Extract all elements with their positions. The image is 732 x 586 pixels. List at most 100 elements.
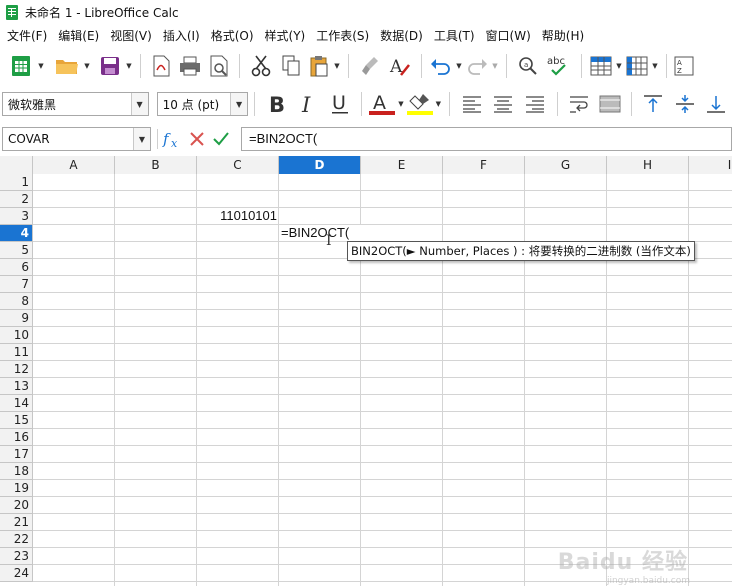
column-header-g[interactable]: G xyxy=(525,156,607,174)
column-header-f[interactable]: F xyxy=(443,156,525,174)
column-header-a[interactable]: A xyxy=(33,156,115,174)
row-header[interactable]: 13 xyxy=(0,378,33,395)
name-box[interactable]: COVAR ▼ xyxy=(2,127,151,151)
chevron-down-icon[interactable]: ▼ xyxy=(230,93,248,115)
spreadsheet-grid[interactable]: A B C D E F G H I 1 2 3 4 5 6 7 8 9 10 1… xyxy=(0,156,732,586)
row-header[interactable]: 8 xyxy=(0,293,33,310)
row-header[interactable]: 19 xyxy=(0,480,33,497)
font-name-combo[interactable]: 微软雅黑 ▼ xyxy=(2,92,149,116)
row-header[interactable]: 14 xyxy=(0,395,33,412)
underline-button[interactable]: U xyxy=(324,90,355,118)
row-header[interactable]: 9 xyxy=(0,310,33,327)
cancel-button[interactable] xyxy=(186,125,208,153)
chevron-down-icon[interactable]: ▼ xyxy=(130,93,148,115)
row-header[interactable]: 5 xyxy=(0,242,33,259)
align-bottom-button[interactable] xyxy=(700,90,731,118)
paste-dropdown-arrow[interactable]: ▼ xyxy=(332,52,342,80)
menu-tools[interactable]: 工具(T) xyxy=(429,27,481,44)
row-header[interactable]: 12 xyxy=(0,361,33,378)
spelling-button[interactable]: abc xyxy=(543,52,575,80)
chevron-down-icon[interactable]: ▼ xyxy=(133,128,150,150)
menu-file[interactable]: 文件(F) xyxy=(2,27,53,44)
row-header[interactable]: 6 xyxy=(0,259,33,276)
sort-button[interactable]: AZ xyxy=(673,52,695,80)
row-header[interactable]: 1 xyxy=(0,174,33,191)
column-header-c[interactable]: C xyxy=(197,156,279,174)
find-replace-button[interactable]: a xyxy=(513,52,543,80)
menu-window[interactable]: 窗口(W) xyxy=(481,27,537,44)
cell-d4-editor[interactable]: =BIN2OCT( xyxy=(279,225,361,241)
highlight-dropdown-arrow[interactable]: ▼ xyxy=(433,90,443,118)
row-dropdown-arrow[interactable]: ▼ xyxy=(614,52,624,80)
row-header[interactable]: 2 xyxy=(0,191,33,208)
center-vertically-button[interactable] xyxy=(669,90,700,118)
save-button[interactable] xyxy=(96,52,124,80)
row-header[interactable]: 23 xyxy=(0,548,33,565)
column-header-i[interactable]: I xyxy=(689,156,732,174)
row-header[interactable]: 20 xyxy=(0,497,33,514)
row-header[interactable]: 21 xyxy=(0,514,33,531)
font-size-value[interactable]: 10 点 (pt) xyxy=(158,96,231,113)
highlight-color-button[interactable] xyxy=(406,90,434,118)
wrap-text-button[interactable] xyxy=(564,90,595,118)
copy-button[interactable] xyxy=(276,52,306,80)
paste-button[interactable] xyxy=(306,52,332,80)
row-header[interactable]: 10 xyxy=(0,327,33,344)
row-header[interactable]: 7 xyxy=(0,276,33,293)
row-header[interactable]: 24 xyxy=(0,565,33,582)
undo-button[interactable] xyxy=(428,52,454,80)
menu-help[interactable]: 帮助(H) xyxy=(537,27,590,44)
menu-edit[interactable]: 编辑(E) xyxy=(53,27,105,44)
menu-format[interactable]: 格式(O) xyxy=(206,27,260,44)
bold-button[interactable]: B xyxy=(261,90,292,118)
row-header[interactable]: 18 xyxy=(0,463,33,480)
column-dropdown-arrow[interactable]: ▼ xyxy=(650,52,660,80)
row-header[interactable]: 16 xyxy=(0,429,33,446)
name-box-value[interactable]: COVAR xyxy=(3,132,133,146)
row-header[interactable]: 22 xyxy=(0,531,33,548)
menu-view[interactable]: 视图(V) xyxy=(105,27,158,44)
font-name-value[interactable]: 微软雅黑 xyxy=(3,96,131,113)
cell-c3[interactable]: 11010101 xyxy=(197,208,277,224)
accept-button[interactable] xyxy=(210,125,232,153)
new-spreadsheet-button[interactable] xyxy=(6,52,36,80)
menu-styles[interactable]: 样式(Y) xyxy=(260,27,312,44)
column-header-b[interactable]: B xyxy=(115,156,197,174)
undo-dropdown-arrow[interactable]: ▼ xyxy=(454,52,464,80)
row-header[interactable]: 15 xyxy=(0,412,33,429)
open-button[interactable] xyxy=(52,52,82,80)
export-pdf-button[interactable] xyxy=(147,52,175,80)
merge-center-button[interactable] xyxy=(595,90,625,118)
align-left-button[interactable] xyxy=(456,90,487,118)
print-preview-button[interactable] xyxy=(205,52,233,80)
align-center-button[interactable] xyxy=(488,90,519,118)
align-top-button[interactable] xyxy=(638,90,669,118)
clear-formatting-button[interactable]: A xyxy=(385,52,415,80)
row-button[interactable] xyxy=(588,52,614,80)
align-right-button[interactable] xyxy=(519,90,550,118)
column-header-h[interactable]: H xyxy=(607,156,689,174)
font-color-button[interactable]: A xyxy=(368,90,396,118)
cell-area[interactable]: 11010101 =BIN2OCT( xyxy=(33,174,732,586)
open-dropdown-arrow[interactable]: ▼ xyxy=(82,52,92,80)
cell-d4-text[interactable]: =BIN2OCT( xyxy=(281,225,349,241)
print-button[interactable] xyxy=(175,52,205,80)
font-color-dropdown-arrow[interactable]: ▼ xyxy=(396,90,406,118)
row-header-active[interactable]: 4 xyxy=(0,225,33,242)
menu-data[interactable]: 数据(D) xyxy=(375,27,429,44)
font-size-combo[interactable]: 10 点 (pt) ▼ xyxy=(156,92,249,116)
row-header[interactable]: 17 xyxy=(0,446,33,463)
column-button[interactable] xyxy=(624,52,650,80)
cut-button[interactable] xyxy=(246,52,276,80)
row-header[interactable]: 11 xyxy=(0,344,33,361)
redo-dropdown-arrow[interactable]: ▼ xyxy=(490,52,500,80)
new-dropdown-arrow[interactable]: ▼ xyxy=(36,52,46,80)
save-dropdown-arrow[interactable]: ▼ xyxy=(124,52,134,80)
formula-input[interactable]: =BIN2OCT( xyxy=(241,127,732,151)
clone-formatting-button[interactable] xyxy=(355,52,385,80)
function-wizard-button[interactable]: fx xyxy=(161,125,183,153)
italic-button[interactable]: I xyxy=(293,90,324,118)
menu-insert[interactable]: 插入(I) xyxy=(158,27,206,44)
select-all-corner[interactable] xyxy=(0,156,33,174)
redo-button[interactable] xyxy=(464,52,490,80)
